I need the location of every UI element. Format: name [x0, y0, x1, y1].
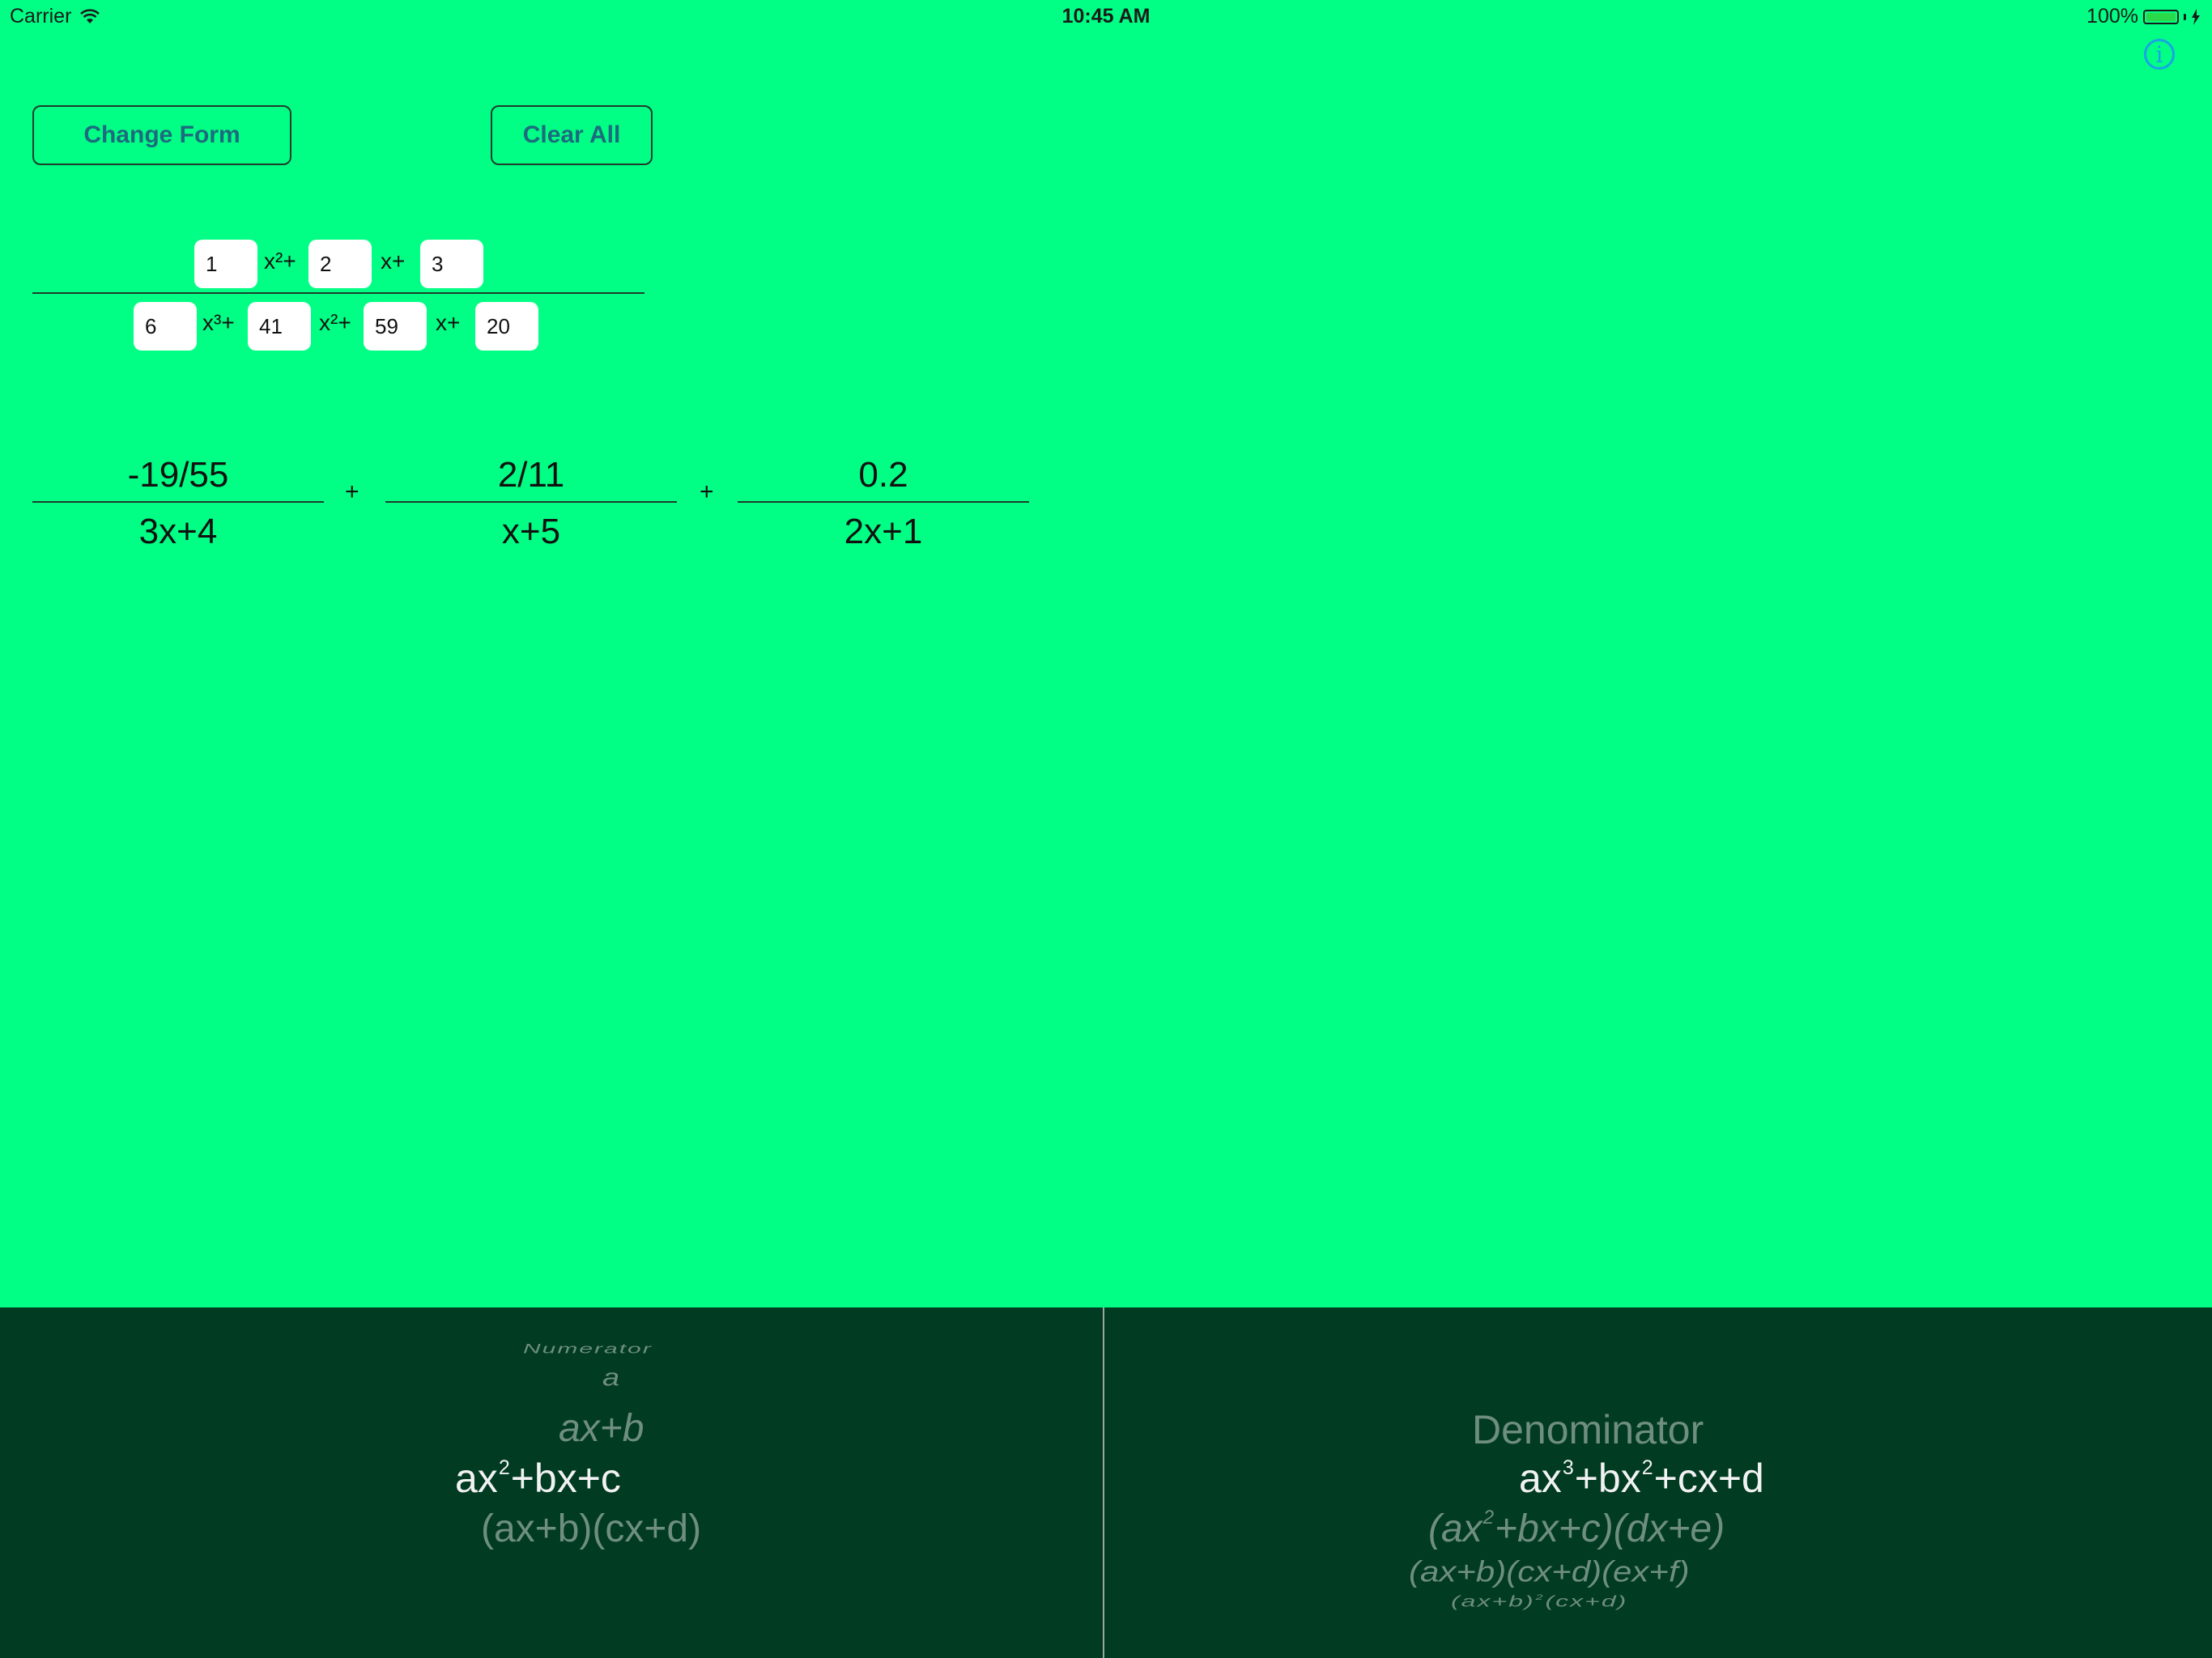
result-fraction-3-denominator: 2x+1 — [844, 512, 923, 551]
result-fraction-2-denominator: x+5 — [501, 512, 561, 551]
charging-bolt-icon — [2192, 8, 2200, 25]
result-fraction-3-bar — [738, 501, 1029, 503]
picker-numerator-option[interactable]: ax+b — [559, 1406, 644, 1451]
result-fraction-1-denominator: 3x+4 — [138, 512, 218, 551]
denominator-coef-d[interactable] — [475, 302, 538, 351]
plus-operator-2: + — [700, 478, 714, 505]
picker-numerator-option[interactable]: a — [602, 1364, 619, 1392]
result-fraction-2-bar — [385, 501, 677, 503]
battery-percent: 100% — [2087, 5, 2138, 28]
numerator-coef-b[interactable] — [308, 240, 372, 288]
result-fraction-3-numerator: 0.2 — [858, 455, 908, 495]
denominator-coef-a[interactable] — [134, 302, 197, 351]
picker-numerator-header[interactable]: Numerator — [523, 1341, 653, 1357]
denominator-term-x2: x²+ — [319, 310, 351, 335]
numerator-term-x2: x²+ — [264, 249, 296, 274]
plus-operator-1: + — [345, 478, 359, 505]
clear-all-button[interactable]: Clear All — [491, 105, 653, 165]
battery-tip — [2184, 13, 2186, 20]
denominator-term-x3: x³+ — [202, 310, 235, 335]
picker-denominator-option[interactable]: (ax2+bx+c)(dx+e) — [1428, 1507, 1725, 1551]
battery-fill — [2146, 12, 2176, 21]
picker-divider — [1103, 1307, 1104, 1658]
result-fraction-1-bar — [32, 501, 324, 503]
denominator-term-x: x+ — [436, 310, 461, 335]
info-button[interactable]: i — [2144, 39, 2175, 70]
result-fraction-1-numerator: -19/55 — [127, 455, 229, 495]
change-form-button[interactable]: Change Form — [32, 105, 291, 165]
status-time: 10:45 AM — [1061, 5, 1151, 28]
picker-numerator-option-selected[interactable]: ax2+bx+c — [455, 1455, 621, 1502]
picker-numerator-option[interactable]: (ax+b)(cx+d) — [481, 1507, 701, 1551]
picker-denominator-option[interactable]: (ax+b)(cx+d)(ex+f) — [1409, 1555, 1690, 1588]
battery-group: 100% — [2087, 5, 2201, 28]
form-picker[interactable]: Numerator a ax+b ax2+bx+c (ax+b)(cx+d) D… — [0, 1307, 2212, 1658]
denominator-coef-b[interactable] — [248, 302, 311, 351]
numerator-term-x: x+ — [381, 249, 406, 274]
numerator-coef-a[interactable] — [194, 240, 257, 288]
result-fraction-2-numerator: 2/11 — [497, 455, 565, 495]
picker-denominator-option-selected[interactable]: ax3+bx2+cx+d — [1519, 1455, 1764, 1502]
app-screen: Carrier 10:45 AM 100% i Change Form Clea… — [0, 0, 2212, 1658]
picker-denominator-option[interactable]: (ax+b)2(cx+d) — [1451, 1592, 1627, 1610]
denominator-coef-c[interactable] — [364, 302, 427, 351]
status-bar: Carrier 10:45 AM 100% — [0, 0, 2212, 34]
numerator-coef-c[interactable] — [420, 240, 483, 288]
battery-icon — [2143, 9, 2179, 24]
picker-denominator-header[interactable]: Denominator — [1472, 1406, 1704, 1453]
input-fraction-bar — [32, 292, 644, 294]
